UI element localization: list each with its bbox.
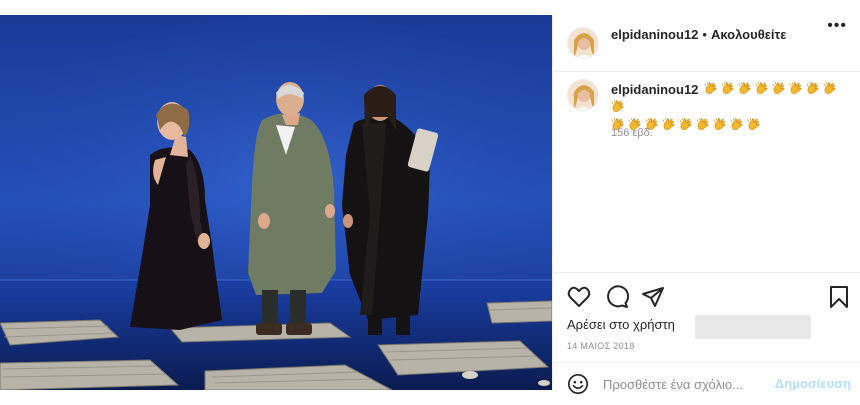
- comment-bar: Δημοσίευση: [553, 362, 860, 394]
- header-text: elpidaninou12 • Ακολουθείτε: [611, 26, 786, 44]
- smiley-icon[interactable]: [567, 373, 589, 395]
- post-header: elpidaninou12 • Ακολουθείτε •••: [553, 15, 860, 72]
- clapping-hands-icon: [611, 100, 624, 112]
- post-photo[interactable]: [0, 15, 552, 390]
- post-sidebar: elpidaninou12 • Ακολουθείτε ••• elpidanino…: [552, 15, 860, 394]
- clapping-hands-icon: [738, 82, 751, 94]
- clapping-hands-icon: [662, 118, 675, 130]
- separator-dot: •: [702, 27, 707, 42]
- clapping-hands-icon: [713, 118, 726, 130]
- clapping-hands-icon: [789, 82, 802, 94]
- caption-time-ago[interactable]: 156 εβδ.: [611, 127, 653, 139]
- redacted-username-placeholder: [695, 315, 811, 339]
- post-actions: Αρέσει στο χρήστη 14 ΜΑΙΟΣ 2018: [553, 272, 860, 362]
- clapping-hands-icon: [679, 118, 692, 130]
- clapping-hands-icon: [696, 118, 709, 130]
- clapping-hands-icon: [823, 82, 836, 94]
- avatar[interactable]: [567, 27, 599, 59]
- avatar[interactable]: [567, 79, 599, 111]
- post-caption: elpidaninou12 156 εβδ.: [553, 73, 860, 272]
- username-link[interactable]: elpidaninou12: [611, 27, 698, 42]
- post-date[interactable]: 14 ΜΑΙΟΣ 2018: [567, 341, 635, 351]
- clapping-hands-icon: [772, 82, 785, 94]
- heart-icon[interactable]: [567, 285, 591, 309]
- follow-status-button[interactable]: Ακολουθείτε: [711, 27, 787, 42]
- share-icon[interactable]: [641, 285, 665, 309]
- comment-input[interactable]: [603, 375, 763, 393]
- theater-stage-image: [0, 15, 552, 390]
- comment-icon[interactable]: [605, 285, 629, 309]
- bookmark-icon[interactable]: [827, 285, 851, 309]
- clapping-hands-icon: [730, 118, 743, 130]
- more-horizontal-icon[interactable]: •••: [827, 17, 847, 35]
- caption-username-link[interactable]: elpidaninou12: [611, 82, 698, 97]
- clapping-hands-icon: [747, 118, 760, 130]
- instagram-post: elpidaninou12 • Ακολουθείτε ••• elpidanino…: [0, 0, 860, 405]
- clapping-hands-icon: [755, 82, 768, 94]
- clapping-hands-icon: [721, 82, 734, 94]
- profile-photo-icon: [568, 28, 598, 58]
- clapping-hands-icon: [806, 82, 819, 94]
- profile-photo-icon: [568, 80, 598, 110]
- post-comment-button[interactable]: Δημοσίευση: [775, 376, 851, 391]
- clapping-hands-icon: [704, 82, 717, 94]
- likes-text: Αρέσει στο χρήστη: [567, 317, 675, 332]
